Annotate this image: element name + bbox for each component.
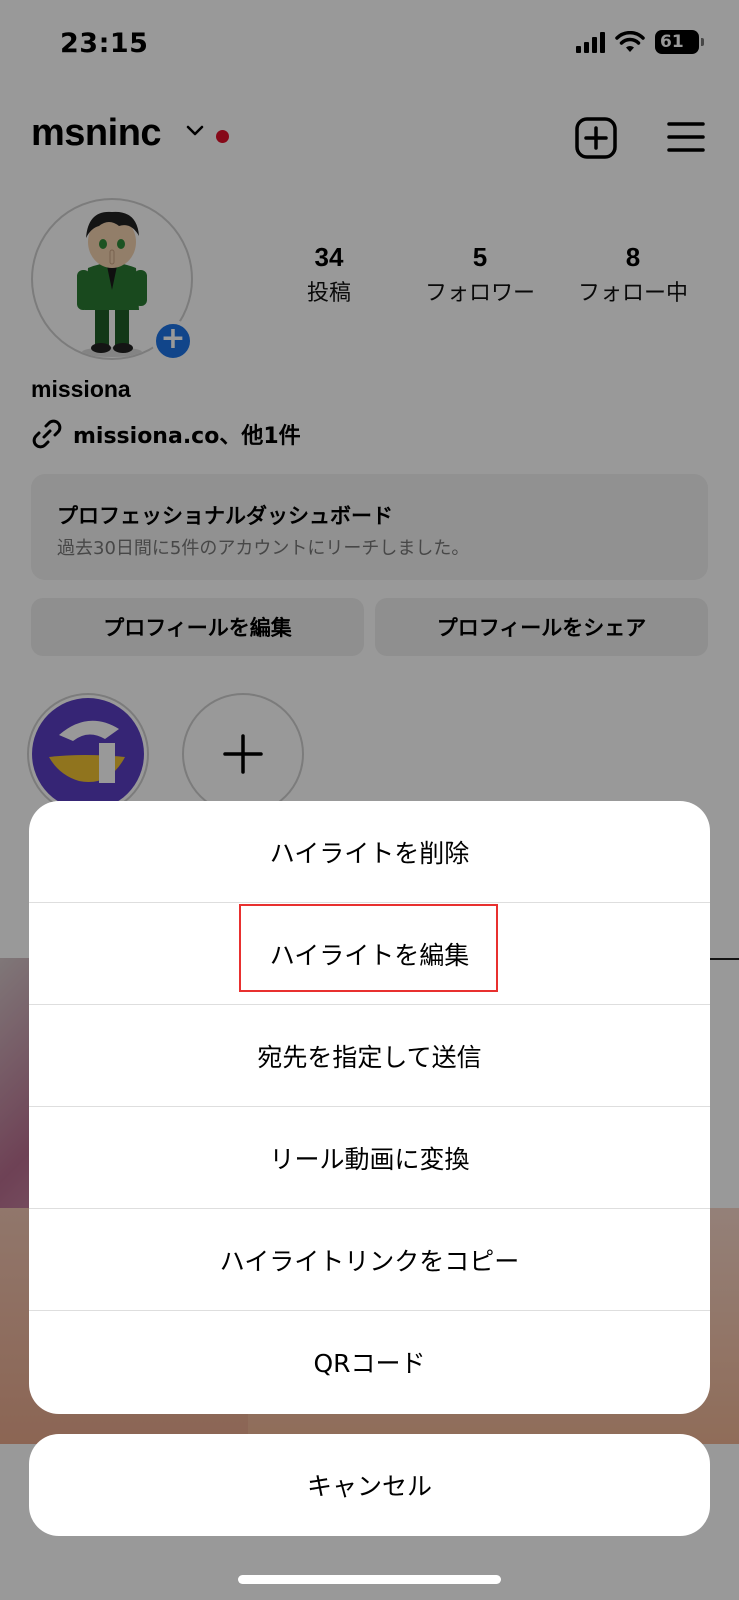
highlight-action-sheet: ハイライトを削除 ハイライトを編集 宛先を指定して送信 リール動画に変換 ハイラ… — [29, 801, 710, 1414]
delete-highlight-option[interactable]: ハイライトを削除 — [29, 801, 710, 903]
qr-code-option[interactable]: QRコード — [29, 1311, 710, 1413]
home-indicator[interactable] — [238, 1575, 501, 1584]
copy-highlight-link-option[interactable]: ハイライトリンクをコピー — [29, 1209, 710, 1311]
send-to-option[interactable]: 宛先を指定して送信 — [29, 1005, 710, 1107]
cancel-button[interactable]: キャンセル — [29, 1434, 710, 1536]
screen: 23:15 61 msninc + 34 投稿 5 フォロワー 8 フォロー中 … — [0, 0, 739, 1600]
annotation-highlight-box — [239, 904, 498, 992]
convert-to-reel-option[interactable]: リール動画に変換 — [29, 1107, 710, 1209]
